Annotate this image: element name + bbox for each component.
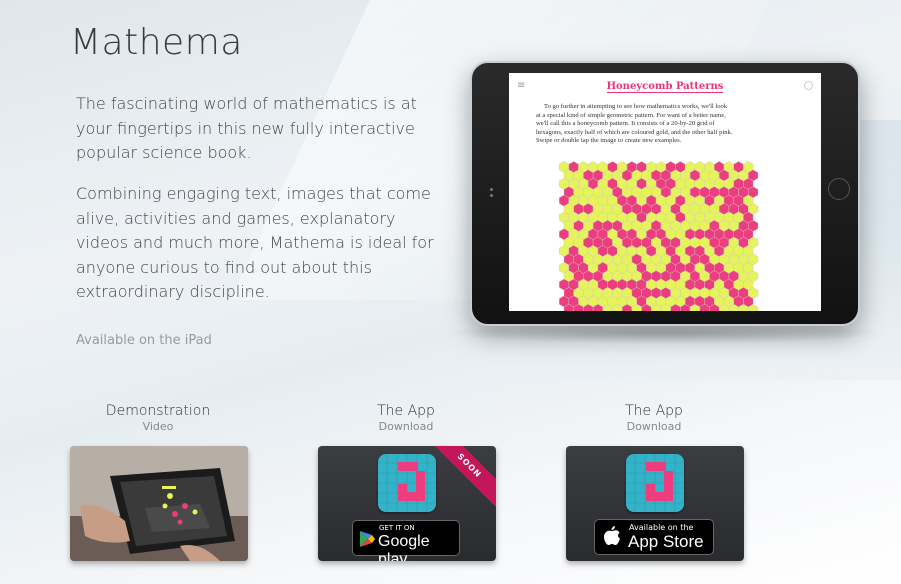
card-title: The App (625, 403, 683, 419)
card-title: Demonstration (105, 403, 211, 419)
body-line: at a special kind of simple geometric pa… (536, 111, 726, 119)
body-line: hexagons, exactly half of which are colo… (536, 128, 733, 136)
badge-small-text: GET IT ON (379, 524, 415, 532)
app-store-badge[interactable]: Available on the App Store (594, 519, 714, 555)
google-play-badge[interactable]: GET IT ON Google play (352, 520, 460, 561)
camera-icon (490, 188, 494, 198)
app-icon (378, 454, 436, 512)
intro-paragraph: The fascinating world of mathematics is … (76, 94, 417, 162)
app-store-card[interactable]: Available on the App Store (566, 446, 744, 561)
intro-paragraph: Combining engaging text, images that com… (76, 184, 434, 301)
body-line: we'll call this a honeycomb pattern. It … (536, 120, 715, 127)
body-line: Swipe or double tap the image to create … (536, 137, 682, 144)
google-play-card[interactable]: SOON GET IT ON Google play (318, 446, 496, 561)
honeycomb-pattern[interactable] (559, 161, 771, 311)
card-label-ios: The App Download (564, 403, 744, 433)
card-subtitle: Download (626, 420, 682, 433)
screen-body-text: To go further in attempting to see how m… (536, 103, 806, 146)
card-subtitle: Download (378, 420, 434, 433)
screen-title: Honeycomb Patterns (606, 81, 724, 93)
home-button (828, 178, 850, 200)
page-title: Mathema (70, 22, 243, 63)
google-play-icon (360, 531, 375, 547)
apple-icon (604, 526, 620, 545)
card-label-android: The App Download (316, 403, 496, 433)
badge-small-text: Available on the (629, 523, 694, 532)
body-line: To go further in attempting to see how m… (544, 103, 728, 110)
card-label-demo: Demonstration Video (68, 403, 248, 433)
card-title: The App (377, 403, 435, 419)
video-thumbnail-image (70, 446, 248, 561)
ipad-device: ≡ Honeycomb Patterns To go further in at… (470, 61, 860, 326)
tablet-screen: ≡ Honeycomb Patterns To go further in at… (509, 73, 821, 311)
demo-video-thumbnail[interactable] (70, 446, 248, 561)
badge-large-text: Google play (378, 533, 430, 561)
badge-large-text: App Store (628, 532, 704, 551)
app-icon (626, 454, 684, 512)
availability-note: Available on the iPad (76, 333, 212, 348)
card-subtitle: Video (142, 420, 174, 433)
